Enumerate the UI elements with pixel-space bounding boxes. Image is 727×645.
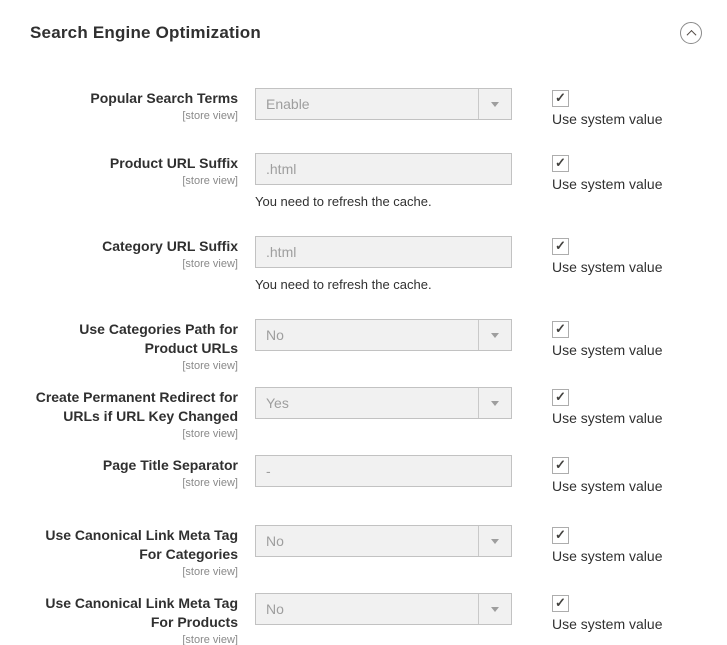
product-url-suffix-input[interactable]	[255, 153, 512, 185]
checkmark-icon: ✓	[555, 458, 566, 471]
field-label: Use Canonical Link Meta Tag For Categori…	[30, 526, 238, 564]
use-system-value-label[interactable]: Use system value	[552, 616, 662, 632]
label-column: Use Canonical Link Meta Tag For Categori…	[30, 525, 238, 580]
permanent-redirect-select[interactable]: Yes	[255, 387, 512, 419]
field-row-use-categories-path: Use Categories Path for Product URLs [st…	[30, 319, 702, 374]
select-value: No	[266, 601, 284, 617]
field-row-permanent-redirect: Create Permanent Redirect for URLs if UR…	[30, 387, 702, 442]
field-label: Create Permanent Redirect for URLs if UR…	[30, 388, 238, 426]
use-categories-path-select[interactable]: No	[255, 319, 512, 351]
cache-refresh-note: You need to refresh the cache.	[255, 193, 512, 210]
select-value: Enable	[266, 96, 310, 112]
select-value: Yes	[266, 395, 289, 411]
label-column: Product URL Suffix [store view]	[30, 153, 238, 189]
use-default-column: ✓ Use system value	[552, 319, 662, 358]
page-title-separator-input[interactable]	[255, 455, 512, 487]
select-value: No	[266, 533, 284, 549]
use-system-value-label[interactable]: Use system value	[552, 111, 662, 127]
field-rows: Popular Search Terms [store view] Enable…	[30, 88, 702, 645]
use-system-value-checkbox[interactable]: ✓	[552, 155, 569, 172]
field-row-category-url-suffix: Category URL Suffix [store view] You nee…	[30, 236, 702, 293]
dropdown-arrow-icon	[478, 388, 511, 418]
checkmark-icon: ✓	[555, 91, 566, 104]
checkmark-icon: ✓	[555, 596, 566, 609]
chevron-up-icon	[686, 29, 696, 39]
scope-label: [store view]	[30, 257, 238, 272]
control-column: No	[255, 593, 512, 625]
cache-refresh-note: You need to refresh the cache.	[255, 276, 512, 293]
checkmark-icon: ✓	[555, 390, 566, 403]
label-column: Use Categories Path for Product URLs [st…	[30, 319, 238, 374]
category-url-suffix-input[interactable]	[255, 236, 512, 268]
scope-label: [store view]	[30, 633, 238, 645]
use-default-column: ✓ Use system value	[552, 88, 662, 127]
field-label: Use Canonical Link Meta Tag For Products	[30, 594, 238, 632]
use-system-value-checkbox[interactable]: ✓	[552, 90, 569, 107]
seo-settings-section: Search Engine Optimization Popular Searc…	[0, 0, 727, 645]
use-default-column: ✓ Use system value	[552, 153, 662, 192]
dropdown-arrow-icon	[478, 320, 511, 350]
checkmark-icon: ✓	[555, 239, 566, 252]
control-column	[255, 455, 512, 487]
section-title: Search Engine Optimization	[30, 20, 261, 45]
use-system-value-label[interactable]: Use system value	[552, 410, 662, 426]
control-column: Yes	[255, 387, 512, 419]
label-column: Category URL Suffix [store view]	[30, 236, 238, 272]
use-system-value-checkbox[interactable]: ✓	[552, 321, 569, 338]
checkmark-icon: ✓	[555, 528, 566, 541]
canonical-categories-select[interactable]: No	[255, 525, 512, 557]
field-label: Page Title Separator	[30, 456, 238, 475]
dropdown-arrow-icon	[478, 526, 511, 556]
field-row-canonical-products: Use Canonical Link Meta Tag For Products…	[30, 593, 702, 645]
scope-label: [store view]	[30, 476, 238, 491]
field-label: Use Categories Path for Product URLs	[30, 320, 238, 358]
checkmark-icon: ✓	[555, 156, 566, 169]
use-system-value-checkbox[interactable]: ✓	[552, 389, 569, 406]
section-header: Search Engine Optimization	[30, 20, 702, 45]
label-column: Use Canonical Link Meta Tag For Products…	[30, 593, 238, 645]
use-default-column: ✓ Use system value	[552, 236, 662, 275]
popular-search-terms-select[interactable]: Enable	[255, 88, 512, 120]
collapse-section-button[interactable]	[680, 22, 702, 44]
use-system-value-label[interactable]: Use system value	[552, 478, 662, 494]
field-label: Category URL Suffix	[30, 237, 238, 256]
scope-label: [store view]	[30, 427, 238, 442]
use-default-column: ✓ Use system value	[552, 525, 662, 564]
field-label: Popular Search Terms	[30, 89, 238, 108]
use-system-value-label[interactable]: Use system value	[552, 176, 662, 192]
use-system-value-checkbox[interactable]: ✓	[552, 457, 569, 474]
scope-label: [store view]	[30, 109, 238, 124]
dropdown-arrow-icon	[478, 89, 511, 119]
use-system-value-label[interactable]: Use system value	[552, 548, 662, 564]
use-default-column: ✓ Use system value	[552, 455, 662, 494]
use-system-value-checkbox[interactable]: ✓	[552, 595, 569, 612]
scope-label: [store view]	[30, 359, 238, 374]
use-system-value-checkbox[interactable]: ✓	[552, 238, 569, 255]
use-system-value-label[interactable]: Use system value	[552, 259, 662, 275]
use-system-value-label[interactable]: Use system value	[552, 342, 662, 358]
label-column: Page Title Separator [store view]	[30, 455, 238, 491]
use-system-value-checkbox[interactable]: ✓	[552, 527, 569, 544]
scope-label: [store view]	[30, 565, 238, 580]
select-value: No	[266, 327, 284, 343]
control-column: You need to refresh the cache.	[255, 236, 512, 293]
control-column: You need to refresh the cache.	[255, 153, 512, 210]
canonical-products-select[interactable]: No	[255, 593, 512, 625]
field-row-page-title-separator: Page Title Separator [store view] ✓ Use …	[30, 455, 702, 494]
use-default-column: ✓ Use system value	[552, 387, 662, 426]
control-column: Enable	[255, 88, 512, 120]
field-row-canonical-categories: Use Canonical Link Meta Tag For Categori…	[30, 525, 702, 580]
label-column: Create Permanent Redirect for URLs if UR…	[30, 387, 238, 442]
checkmark-icon: ✓	[555, 322, 566, 335]
field-row-product-url-suffix: Product URL Suffix [store view] You need…	[30, 153, 702, 210]
field-row-popular-search-terms: Popular Search Terms [store view] Enable…	[30, 88, 702, 127]
control-column: No	[255, 319, 512, 351]
field-label: Product URL Suffix	[30, 154, 238, 173]
scope-label: [store view]	[30, 174, 238, 189]
label-column: Popular Search Terms [store view]	[30, 88, 238, 124]
use-default-column: ✓ Use system value	[552, 593, 662, 632]
control-column: No	[255, 525, 512, 557]
dropdown-arrow-icon	[478, 594, 511, 624]
